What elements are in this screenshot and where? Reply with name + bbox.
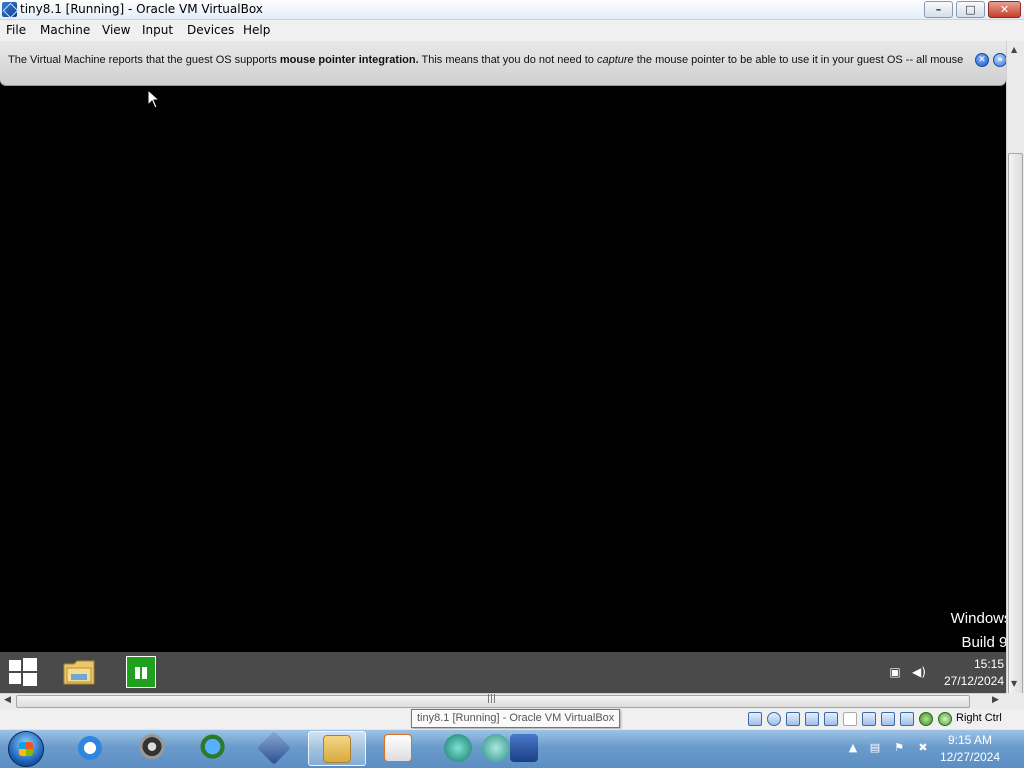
scroll-right-icon[interactable]: ▶ bbox=[992, 695, 999, 705]
guest-clock[interactable]: 15:15 27/12/2024 bbox=[938, 656, 1004, 690]
host-idm-button[interactable] bbox=[188, 731, 238, 766]
notification-message: The Virtual Machine reports that the gue… bbox=[8, 54, 973, 70]
action-center-flag-icon[interactable]: ⚑ bbox=[892, 741, 906, 755]
notification-close-icon[interactable]: ✕ bbox=[975, 53, 989, 67]
close-button[interactable]: ✕ bbox=[988, 1, 1021, 18]
menu-help[interactable]: Help bbox=[243, 23, 270, 37]
vertical-scrollbar[interactable]: ▲ ▼ bbox=[1006, 41, 1024, 713]
download-manager-icon bbox=[200, 734, 228, 762]
guest-taskbar bbox=[0, 652, 1006, 693]
menu-file[interactable]: File bbox=[6, 23, 26, 37]
scroll-down-icon[interactable]: ▼ bbox=[1011, 679, 1017, 688]
host-key-label[interactable]: Right Ctrl bbox=[956, 712, 1002, 724]
menu-input[interactable]: Input bbox=[142, 23, 173, 37]
menu-machine[interactable]: Machine bbox=[40, 23, 90, 37]
network-adapter-icon[interactable] bbox=[805, 712, 819, 726]
vm-window-icon-2 bbox=[482, 734, 510, 762]
host-ie-button[interactable] bbox=[64, 731, 114, 766]
shared-folders-icon[interactable] bbox=[843, 712, 857, 726]
video-capture-icon[interactable] bbox=[881, 712, 895, 726]
usb-icon[interactable] bbox=[824, 712, 838, 726]
mouse-integration-icon[interactable] bbox=[919, 712, 933, 726]
notification-text-after: the mouse pointer to be able to use it i… bbox=[633, 54, 964, 66]
vm-window-icon-1 bbox=[444, 734, 472, 762]
guest-file-explorer-icon[interactable] bbox=[62, 656, 96, 688]
guest-volume-icon[interactable]: ◀) bbox=[911, 664, 927, 680]
display-icon[interactable] bbox=[862, 712, 876, 726]
guest-network-icon[interactable]: ▣ bbox=[887, 664, 903, 680]
host-start-orb-icon[interactable] bbox=[8, 731, 44, 767]
menu-devices[interactable]: Devices bbox=[187, 23, 234, 37]
scroll-grip-icon: ||| bbox=[487, 694, 497, 704]
maximize-button[interactable]: □ bbox=[956, 1, 985, 18]
horizontal-scrollbar[interactable]: ◀ ||| ▶ bbox=[0, 693, 1006, 709]
taskbar-tooltip: tiny8.1 [Running] - Oracle VM VirtualBox bbox=[411, 709, 621, 728]
guest-store-icon[interactable] bbox=[126, 656, 156, 688]
keyboard-capture-icon[interactable] bbox=[938, 712, 952, 726]
audio-icon[interactable] bbox=[786, 712, 800, 726]
host-explorer-button[interactable] bbox=[308, 731, 366, 766]
scrollbar-corner bbox=[1006, 693, 1024, 709]
host-media-button[interactable] bbox=[372, 731, 422, 766]
notification-text-before: The Virtual Machine reports that the gue… bbox=[8, 54, 280, 66]
guest-start-icon[interactable] bbox=[9, 658, 37, 686]
host-vm-window-button[interactable] bbox=[438, 731, 548, 766]
minimize-icon: – bbox=[935, 3, 942, 16]
scroll-left-icon[interactable]: ◀ bbox=[4, 695, 11, 705]
host-volume-muted-icon[interactable]: ✖ bbox=[916, 741, 930, 755]
window-titlebar[interactable]: tiny8.1 [Running] - Oracle VM VirtualBox… bbox=[0, 0, 1024, 20]
close-icon: ✕ bbox=[999, 3, 1010, 16]
vm-window-icon-3 bbox=[510, 734, 538, 762]
vertical-scroll-thumb[interactable] bbox=[1008, 153, 1023, 713]
virtualization-icon[interactable] bbox=[900, 712, 914, 726]
host-app-raccoon-button[interactable] bbox=[126, 731, 176, 766]
menu-view[interactable]: View bbox=[102, 23, 130, 37]
host-clock[interactable]: 9:15 AM 12/27/2024 bbox=[936, 732, 1004, 766]
virtualbox-taskbar-icon bbox=[257, 731, 291, 765]
vm-screen[interactable] bbox=[0, 86, 1006, 652]
host-network-icon[interactable]: ▤ bbox=[868, 741, 882, 755]
host-clock-date: 12/27/2024 bbox=[939, 750, 1001, 764]
notification-italic: capture bbox=[596, 54, 634, 66]
explorer-folder-icon bbox=[323, 735, 351, 763]
menubar: File Machine View Input Devices Help bbox=[0, 20, 1024, 41]
virtualbox-icon bbox=[2, 2, 17, 17]
media-player-icon bbox=[384, 734, 412, 762]
minimize-button[interactable]: – bbox=[924, 1, 953, 18]
internet-explorer-icon bbox=[76, 734, 104, 762]
notification-dismiss-icon[interactable]: » bbox=[993, 53, 1007, 67]
host-clock-time: 9:15 AM bbox=[947, 733, 993, 747]
window-title: tiny8.1 [Running] - Oracle VM VirtualBox bbox=[20, 2, 263, 16]
notification-bold: mouse pointer integration. bbox=[279, 54, 419, 66]
raccoon-app-icon bbox=[138, 734, 166, 762]
show-hidden-icons-icon[interactable]: ▲ bbox=[846, 741, 860, 755]
maximize-icon: □ bbox=[965, 3, 976, 16]
scroll-up-icon[interactable]: ▲ bbox=[1011, 45, 1017, 54]
host-virtualbox-button[interactable] bbox=[248, 731, 298, 766]
notification-text-mid: This means that you do not need to bbox=[418, 54, 597, 66]
guest-clock-date: 27/12/2024 bbox=[943, 674, 1004, 688]
hard-disk-icon[interactable] bbox=[748, 712, 762, 726]
notification-bar: The Virtual Machine reports that the gue… bbox=[0, 41, 1006, 86]
optical-drive-icon[interactable] bbox=[767, 712, 781, 726]
guest-clock-time: 15:15 bbox=[973, 657, 1004, 671]
